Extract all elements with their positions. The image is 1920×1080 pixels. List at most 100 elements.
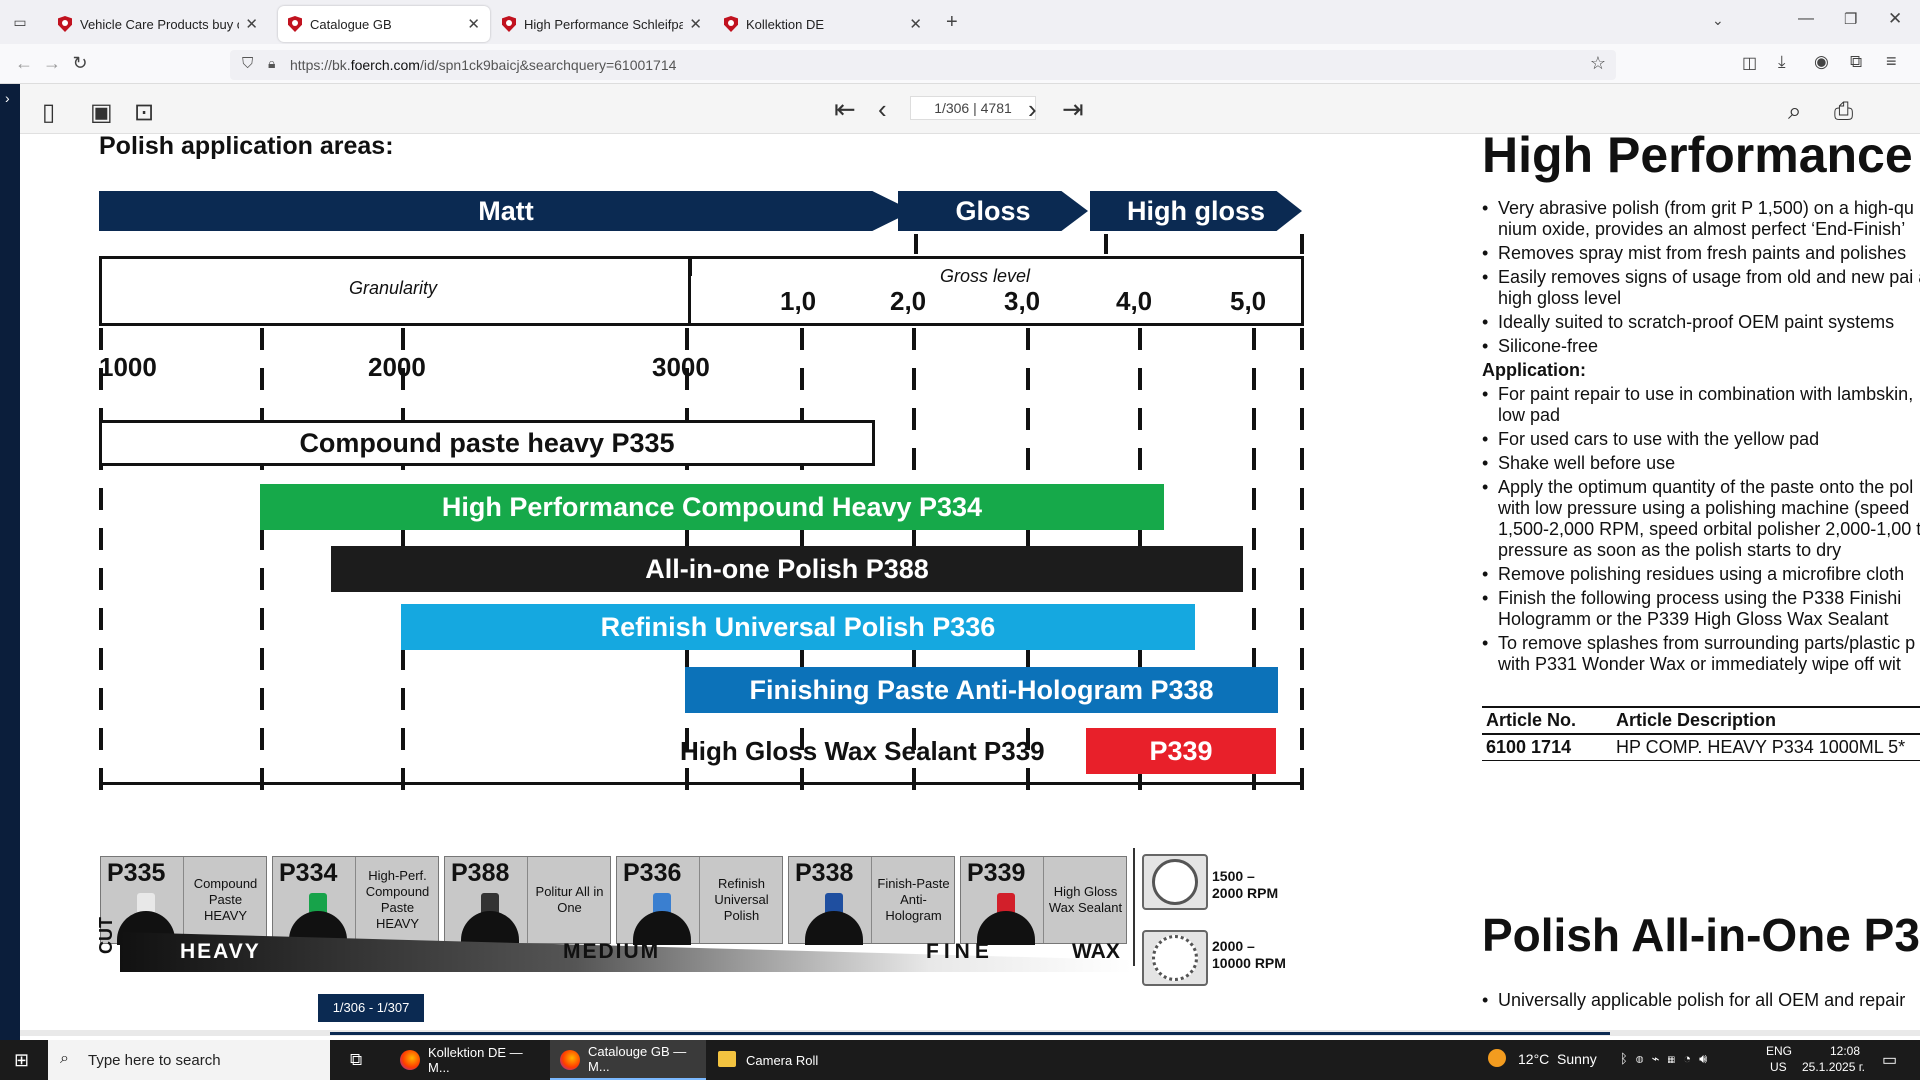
save-document-icon[interactable]: ⎙ (1834, 98, 1853, 126)
tab-title: Catalogue GB (310, 16, 392, 32)
product-card-p335: P335 Compound Paste HEAVY (100, 856, 267, 945)
table-row: 6100 1714 HP COMP. HEAVY P334 1000ML 5* (1482, 735, 1920, 761)
tab-kollektion-de[interactable]: Kollektion DE ✕ (714, 6, 932, 42)
pocket-icon[interactable]: ◫ (1742, 53, 1757, 73)
weather-text[interactable]: 12°C Sunny (1518, 1051, 1597, 1067)
taskbar-app-camera-roll[interactable]: Camera Roll (708, 1040, 864, 1080)
site-favicon-icon (288, 16, 302, 32)
clock-date[interactable]: 25.1.2025 г. (1802, 1060, 1865, 1074)
catalogue-page: Polish application areas: Matt Gloss Hig… (20, 134, 1920, 1040)
scale-tick-segment (912, 328, 916, 350)
account-icon[interactable]: ◉ (1814, 52, 1829, 72)
feature-list: Very abrasive polish (from grit P 1,500)… (1482, 198, 1920, 360)
page-icon[interactable]: ▯ (42, 98, 55, 127)
scale-tick-segment (401, 688, 405, 710)
viewer-side-panel[interactable]: › (0, 84, 20, 1040)
prev-page-icon[interactable]: ‹ (878, 94, 887, 125)
last-page-icon[interactable]: ⇥ (1062, 94, 1084, 125)
menu-icon[interactable]: ≡ (1886, 51, 1897, 72)
product-desc: Politur All in One (527, 857, 611, 943)
list-all-tabs-icon[interactable]: ⌄ (1712, 12, 1724, 29)
restore-window-icon[interactable]: ❐ (1844, 10, 1857, 28)
product-card-p336: P336 Refinish Universal Polish (616, 856, 783, 945)
site-favicon-icon (58, 16, 72, 32)
scale-tick-segment (914, 234, 918, 254)
expand-sidebar-icon[interactable]: › (5, 90, 10, 106)
tab-list-icon[interactable]: ▭ (0, 14, 40, 31)
scale-tick-segment (1026, 368, 1030, 390)
product-code: P339 (967, 859, 1026, 887)
section-heading-aio: Polish All-in-One P3 (1482, 909, 1920, 961)
notifications-icon[interactable]: ▭ (1882, 1050, 1897, 1070)
tray-icons[interactable]: ᛒ◍⌁▦◔🔊︎ (1620, 1051, 1715, 1067)
bookmark-star-icon[interactable]: ☆ (1590, 53, 1606, 74)
scale-tick-segment (401, 368, 405, 390)
task-view-icon[interactable]: ⧉ (350, 1050, 362, 1070)
back-icon[interactable]: ← (10, 53, 38, 74)
firefox-icon (400, 1050, 420, 1070)
bar-label: Compound paste heavy P335 (299, 427, 675, 458)
scale-tick-segment (1300, 768, 1304, 790)
product-code: P335 (107, 859, 166, 887)
reload-icon[interactable]: ↻ (66, 53, 94, 74)
scale-tick-segment (800, 768, 804, 790)
url-prefix: https://bk. (290, 57, 351, 73)
scale-tick-segment (1300, 688, 1304, 710)
close-tab-icon[interactable]: ✕ (689, 15, 702, 33)
page-indicator[interactable]: 1/306 | 4781 (910, 96, 1036, 120)
product-desc: High Gloss Wax Sealant (1043, 857, 1127, 943)
scale-tick-segment (1300, 488, 1304, 510)
new-tab-button[interactable]: + (946, 11, 958, 34)
taskbar-app-kollektion[interactable]: Kollektion DE — M... (390, 1040, 546, 1080)
band-high-gloss: High gloss (1090, 191, 1302, 231)
scale-tick-segment (1138, 368, 1142, 390)
minimize-window-icon[interactable]: — (1798, 10, 1814, 28)
scale-tick-segment (800, 368, 804, 390)
extensions-icon[interactable]: ⧉ (1850, 52, 1862, 72)
col-article-desc: Article Description (1616, 710, 1777, 730)
next-page-icon[interactable]: › (1028, 94, 1037, 125)
feature-item: Easily removes signs of usage from old a… (1482, 267, 1920, 309)
close-tab-icon[interactable]: ✕ (467, 15, 480, 33)
search-icon[interactable]: ⌕ (1788, 98, 1801, 126)
tab-catalogue-gb[interactable]: Catalogue GB ✕ (278, 6, 490, 42)
scale-tick-segment (260, 768, 264, 790)
grit-tick-label: 1000 (99, 352, 157, 382)
tab-vehicle-care[interactable]: Vehicle Care Products buy onlin ✕ (48, 6, 268, 42)
tab-high-performance[interactable]: High Performance Schleifpaste ✕ (492, 6, 712, 42)
close-tab-icon[interactable]: ✕ (245, 15, 258, 33)
language-indicator[interactable]: ENG (1766, 1044, 1792, 1058)
region-indicator[interactable]: US (1770, 1060, 1787, 1074)
url-bar[interactable]: ⛉ 🔒︎ https://bk. foerch.com/id/spn1ck9bai… (230, 50, 1616, 80)
gloss-tick-label: 3,0 (1004, 286, 1041, 316)
lock-icon[interactable]: 🔒︎ (268, 55, 275, 72)
cell-article-desc: HP COMP. HEAVY P334 1000ML 5* (1616, 737, 1906, 757)
cut-heavy: HEAVY (180, 940, 261, 963)
close-window-icon[interactable]: ✕ (1888, 9, 1902, 29)
downloads-icon[interactable]: ⤓ (1778, 52, 1786, 72)
weather-icon[interactable] (1488, 1049, 1506, 1067)
scale-tick-segment (99, 648, 103, 670)
clipboard-check-icon[interactable]: ▣ (90, 98, 113, 127)
taskbar-search[interactable]: ⌕ Type here to search (48, 1040, 330, 1080)
app-label: Catalouge GB — M... (588, 1044, 687, 1074)
scale-tick-segment (1300, 368, 1304, 390)
scale-tick-segment (99, 528, 103, 550)
page-scroll-thumb[interactable] (330, 1032, 1610, 1035)
product-desc: Compound Paste HEAVY (183, 857, 267, 943)
rpm-orbital-text: 2000 – 10000 RPM (1212, 938, 1286, 971)
taskbar-app-catalogue[interactable]: Catalouge GB — M... (550, 1040, 706, 1080)
clock-time[interactable]: 12:08 (1830, 1044, 1860, 1058)
tab-title: Kollektion DE (746, 16, 825, 32)
forward-icon[interactable]: → (38, 53, 66, 74)
bar-label: P339 (1149, 735, 1213, 766)
zoom-area-icon[interactable]: ⊡ (134, 98, 154, 127)
first-page-icon[interactable]: ⇤ (834, 94, 856, 125)
cut-fine: FINE (926, 940, 994, 963)
article-table: Article No. Article Description 6100 171… (1482, 706, 1920, 761)
close-tab-icon[interactable]: ✕ (909, 15, 922, 33)
scale-tick-segment (1300, 608, 1304, 630)
scale-tick-segment (1026, 448, 1030, 470)
tracking-shield-icon[interactable]: ⛉ (242, 55, 253, 72)
windows-start-icon[interactable]: ⊞ (14, 1050, 29, 1071)
